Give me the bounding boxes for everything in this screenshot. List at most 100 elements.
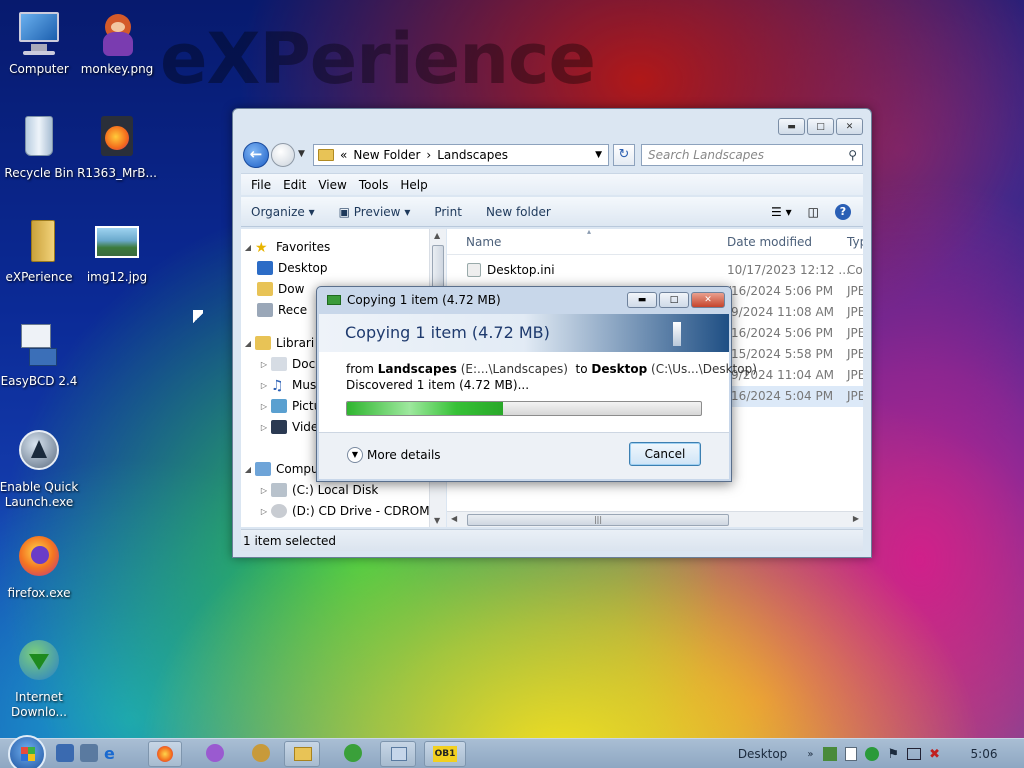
nav-item-desktop[interactable]: Desktop [257, 258, 328, 278]
collapse-arrow-icon[interactable]: ◢ [241, 465, 255, 474]
menu-help[interactable]: Help [400, 178, 427, 192]
column-header-name[interactable]: Name [466, 235, 501, 249]
preview-button[interactable]: ▣ Preview ▾ [339, 205, 411, 219]
close-button[interactable]: ✕ [836, 118, 863, 135]
expand-arrow-icon[interactable]: ▷ [257, 486, 271, 495]
organize-button[interactable]: Organize ▾ [251, 205, 315, 219]
scrollbar-thumb[interactable]: ||| [467, 514, 729, 526]
scroll-down-icon[interactable]: ▼ [434, 516, 440, 525]
recent-pages-dropdown[interactable]: ▼ [298, 149, 305, 159]
clock[interactable]: 5:06 [944, 747, 1024, 761]
switch-windows-icon[interactable] [80, 744, 98, 762]
expand-arrow-icon[interactable]: ▷ [257, 423, 271, 432]
desktop-icon-img12[interactable]: img12.jpg [75, 218, 159, 285]
nav-item-recent[interactable]: Rece [257, 300, 307, 320]
chevron-down-icon[interactable]: ▼ [347, 447, 363, 463]
nav-item-libraries[interactable]: ◢ Librari [241, 333, 314, 353]
taskbar-app-icon[interactable] [252, 744, 270, 762]
taskbar-app-icon[interactable] [206, 744, 224, 762]
print-button[interactable]: Print [434, 205, 462, 219]
address-overflow-chevron[interactable]: « [340, 148, 347, 162]
menu-edit[interactable]: Edit [283, 178, 306, 192]
collapse-arrow-icon[interactable]: ◢ [241, 339, 255, 348]
maximize-button[interactable]: □ [659, 292, 689, 308]
search-icon[interactable]: ⚲ [848, 148, 857, 162]
close-button[interactable]: ✕ [691, 292, 725, 308]
taskbar-explorer[interactable] [284, 741, 320, 767]
minimize-button[interactable]: ▬ [778, 118, 805, 135]
scroll-left-icon[interactable]: ◀ [451, 514, 457, 523]
back-button[interactable]: ← [243, 142, 269, 168]
nav-item-videos[interactable]: ▷ Vide [257, 417, 318, 437]
cancel-button[interactable]: Cancel [629, 442, 701, 466]
start-button[interactable] [8, 735, 46, 768]
more-details-toggle[interactable]: ▼ More details [347, 447, 441, 463]
breadcrumb-landscapes[interactable]: Landscapes [437, 148, 508, 162]
taskbar-copy-dialog[interactable] [380, 741, 416, 767]
desktop-toolbar-label[interactable]: Desktop [738, 747, 788, 761]
desktop-icon-monkey[interactable]: monkey.png [75, 10, 159, 77]
desktop-icon-experience-folder[interactable]: eXPerience [0, 218, 81, 285]
nav-item-pictures[interactable]: ▷ Pictu [257, 396, 321, 416]
desktop-icon-computer[interactable]: Computer [0, 10, 81, 77]
column-header-type[interactable]: Typ [847, 235, 863, 249]
expand-arrow-icon[interactable]: ▷ [257, 360, 271, 369]
breadcrumb-new-folder[interactable]: New Folder [353, 148, 420, 162]
desktop-icon-internet-download-manager[interactable]: Internet Downlo... [0, 638, 81, 720]
expand-arrow-icon[interactable]: ▷ [257, 381, 271, 390]
action-center-flag-icon[interactable]: ⚑ [887, 747, 899, 762]
tray-security-icon[interactable] [865, 747, 880, 761]
menu-file[interactable]: File [251, 178, 271, 192]
desktop-icon-firefox[interactable]: firefox.exe [0, 534, 81, 601]
address-bar[interactable]: « New Folder › Landscapes ▼ [313, 144, 609, 166]
taskbar-firefox[interactable] [148, 741, 182, 767]
toolbar-overflow-icon[interactable]: » [807, 749, 813, 760]
column-header-date-modified[interactable]: Date modified [727, 235, 812, 249]
desktop-icon-recycle-bin[interactable]: Recycle Bin [0, 114, 81, 181]
nav-item-documents[interactable]: ▷ Docu [257, 354, 323, 374]
forward-button[interactable] [271, 143, 295, 167]
show-desktop-icon[interactable] [56, 744, 74, 762]
preview-pane-icon[interactable]: ◫ [808, 205, 819, 219]
source-link[interactable]: Landscapes [378, 362, 457, 376]
new-folder-button[interactable]: New folder [486, 205, 551, 219]
internet-explorer-icon[interactable]: e [104, 744, 122, 763]
file-row[interactable]: Desktop.ini 10/17/2023 12:12 ... Cor [447, 260, 863, 281]
taskbar-globe-icon[interactable] [344, 744, 362, 762]
refresh-button[interactable]: ↻ [613, 144, 635, 166]
nav-item-music[interactable]: ▷ ♫ Musi [257, 375, 320, 395]
expand-arrow-icon[interactable]: ▷ [257, 402, 271, 411]
desktop-icon-easybcd[interactable]: EasyBCD 2.4 [0, 322, 81, 389]
tray-document-icon[interactable] [845, 747, 858, 761]
views-icon[interactable]: ☰ ▾ [771, 205, 792, 219]
nav-item-cd-drive[interactable]: ▷ (D:) CD Drive - CDROM [257, 501, 430, 521]
scroll-up-icon[interactable]: ▲ [434, 231, 440, 240]
file-flying-icon [673, 322, 681, 346]
desktop-icon-enable-quick-launch[interactable]: Enable Quick Launch.exe [0, 428, 81, 510]
nav-item-favorites[interactable]: ◢ ★ Favorites [241, 237, 330, 257]
tray-app-icon[interactable] [823, 747, 838, 761]
search-input[interactable]: Search Landscapes ⚲ [641, 144, 863, 166]
maximize-button[interactable]: □ [807, 118, 834, 135]
copy-source-destination: from Landscapes (E:...\Landscapes) to De… [346, 362, 757, 376]
scroll-right-icon[interactable]: ▶ [853, 514, 859, 523]
destination-link[interactable]: Desktop [591, 362, 647, 376]
nav-item-computer[interactable]: ◢ Compu [241, 459, 319, 479]
volume-muted-icon[interactable]: ✖ [929, 747, 940, 762]
minimize-button[interactable]: ▬ [627, 292, 657, 308]
file-list-horizontal-scrollbar[interactable]: ◀ ||| ▶ [447, 511, 863, 527]
address-dropdown-icon[interactable]: ▼ [595, 150, 602, 160]
help-icon[interactable]: ? [835, 203, 851, 220]
expand-arrow-icon[interactable]: ▷ [257, 507, 271, 516]
hard-drive-icon [271, 483, 287, 497]
network-icon[interactable] [907, 748, 922, 760]
menu-view[interactable]: View [318, 178, 346, 192]
collapse-arrow-icon[interactable]: ◢ [241, 243, 255, 252]
nav-item-downloads[interactable]: Dow [257, 279, 304, 299]
taskbar-ob1[interactable]: OB1 [424, 741, 466, 767]
desktop-icon-r1363[interactable]: R1363_MrB... [75, 114, 159, 181]
breadcrumb-separator[interactable]: › [426, 148, 431, 162]
copy-progress-dialog[interactable]: Copying 1 item (4.72 MB) ▬ □ ✕ Copying 1… [316, 286, 757, 482]
menu-tools[interactable]: Tools [359, 178, 389, 192]
nav-item-local-disk[interactable]: ▷ (C:) Local Disk [257, 480, 378, 500]
